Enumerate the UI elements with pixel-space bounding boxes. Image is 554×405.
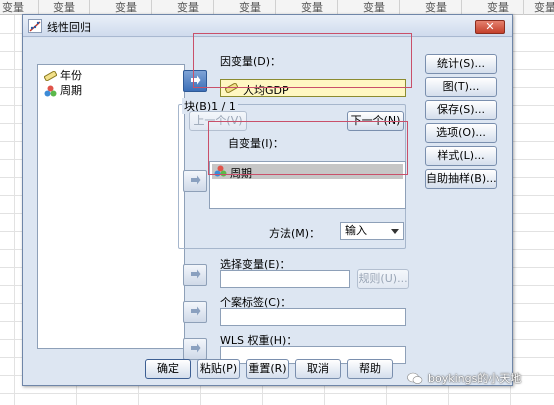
column-header-row: 变量 变量 变量 变量 变量 变量 变量 变量 变量 变量: [0, 0, 554, 15]
nominal-balls-icon: [44, 85, 57, 97]
arrow-right-icon: [191, 175, 201, 185]
column-header[interactable]: 变量: [349, 0, 400, 15]
annotation-rectangle: [208, 121, 408, 175]
close-button[interactable]: ✕: [475, 20, 505, 34]
grid-line: [14, 15, 15, 405]
column-header[interactable]: 变量: [520, 0, 554, 15]
wechat-logo-icon: [407, 372, 423, 384]
bootstrap-button[interactable]: 自助抽样(B)...: [425, 169, 497, 189]
dialog-title: 线性回归: [47, 21, 91, 34]
column-header[interactable]: 变量: [225, 0, 276, 15]
column-header[interactable]: 变量: [163, 0, 214, 15]
selection-variable-field[interactable]: [220, 270, 350, 288]
column-header[interactable]: 变量: [0, 0, 39, 15]
method-label: 方法(M)：: [269, 227, 321, 240]
move-wls-button[interactable]: [183, 338, 207, 360]
method-dropdown[interactable]: 输入: [340, 222, 404, 240]
arrow-right-icon: [191, 306, 201, 316]
chevron-down-icon: [391, 229, 399, 234]
cancel-button[interactable]: 取消: [295, 359, 341, 379]
arrow-right-icon: [191, 269, 201, 279]
case-label-field[interactable]: [220, 308, 406, 326]
reset-button[interactable]: 重置(R): [246, 359, 289, 379]
variable-name: 年份: [60, 69, 82, 82]
column-header[interactable]: 变量: [101, 0, 152, 15]
rule-button[interactable]: 规则(U)...: [357, 269, 409, 289]
grid-line: [0, 393, 554, 394]
move-case-label-button[interactable]: [183, 301, 207, 323]
column-header[interactable]: 变量: [287, 0, 338, 15]
move-independent-button[interactable]: [183, 170, 207, 192]
scale-ruler-icon: [44, 71, 57, 81]
save-button[interactable]: 保存(S)...: [425, 100, 497, 120]
move-selection-button[interactable]: [183, 264, 207, 286]
source-variable-list[interactable]: 年份 周期: [37, 64, 185, 349]
list-item[interactable]: 年份: [44, 69, 82, 83]
plots-button[interactable]: 图(T)...: [425, 77, 497, 97]
watermark-text: boykings的小天地: [428, 372, 522, 385]
arrow-right-icon: [191, 343, 201, 353]
statistics-button[interactable]: 统计(S)...: [425, 54, 497, 74]
help-button[interactable]: 帮助: [347, 359, 393, 379]
regression-icon: [28, 19, 42, 33]
variable-name: 周期: [60, 84, 82, 97]
list-item[interactable]: 周期: [44, 84, 82, 98]
column-header[interactable]: 变量: [411, 0, 462, 15]
annotation-rectangle: [193, 33, 412, 88]
ok-button[interactable]: 确定: [145, 359, 191, 379]
column-header[interactable]: 变量: [473, 0, 524, 15]
paste-button[interactable]: 粘贴(P): [197, 359, 240, 379]
dialog-body: 年份 周期 因变量(D)： 人均GDP 块(B)1 / 1 上一个(V) 下一个…: [23, 38, 512, 385]
column-header[interactable]: 变量: [39, 0, 90, 15]
method-value: 输入: [345, 224, 367, 237]
options-button[interactable]: 选项(O)...: [425, 123, 497, 143]
style-button[interactable]: 样式(L)...: [425, 146, 497, 166]
